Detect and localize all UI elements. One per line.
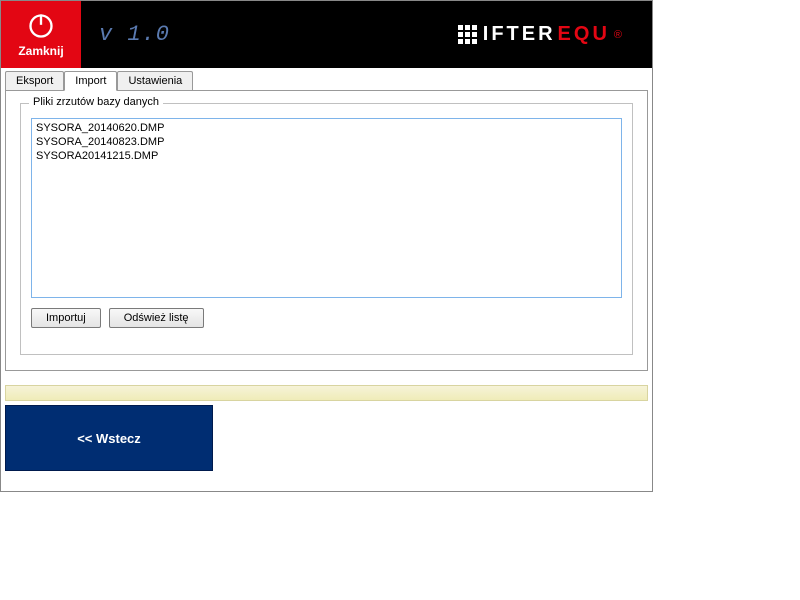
button-row: Importuj Odśwież listę (31, 308, 622, 328)
app-window: Zamknij v 1.0 IFTER EQU ® Eksport Import… (0, 0, 653, 492)
close-button[interactable]: Zamknij (1, 1, 81, 68)
brand-area: IFTER EQU ® (170, 1, 652, 68)
back-button[interactable]: << Wstecz (5, 405, 213, 471)
tab-import[interactable]: Import (64, 71, 117, 91)
version-label: v 1.0 (81, 1, 170, 68)
list-item[interactable]: SYSORA_20140620.DMP (36, 121, 617, 135)
import-button[interactable]: Importuj (31, 308, 101, 328)
close-button-label: Zamknij (18, 44, 63, 58)
tab-eksport[interactable]: Eksport (5, 71, 64, 91)
list-item[interactable]: SYSORA20141215.DMP (36, 149, 617, 163)
brand-text-equ: EQU (558, 23, 610, 46)
back-button-label: << Wstecz (77, 431, 141, 446)
tab-bar: Eksport Import Ustawienia (1, 70, 652, 90)
list-item[interactable]: SYSORA_20140823.DMP (36, 135, 617, 149)
brand-registered-icon: ® (614, 29, 622, 41)
tab-label: Import (75, 75, 106, 87)
separator-bar (5, 385, 648, 401)
tab-label: Ustawienia (128, 75, 182, 87)
brand-logo: IFTER EQU ® (458, 23, 622, 46)
tab-panel-import: Pliki zrzutów bazy danych SYSORA_2014062… (5, 90, 648, 371)
brand-text-ifter: IFTER (483, 23, 556, 46)
tab-label: Eksport (16, 75, 53, 87)
group-title: Pliki zrzutów bazy danych (29, 96, 163, 108)
refresh-button[interactable]: Odśwież listę (109, 308, 204, 328)
header-bar: Zamknij v 1.0 IFTER EQU ® (1, 1, 652, 68)
file-group: Pliki zrzutów bazy danych SYSORA_2014062… (20, 103, 633, 355)
file-list[interactable]: SYSORA_20140620.DMP SYSORA_20140823.DMP … (31, 118, 622, 298)
brand-grid-icon (458, 25, 477, 44)
power-icon (27, 12, 55, 40)
tab-ustawienia[interactable]: Ustawienia (117, 71, 193, 91)
